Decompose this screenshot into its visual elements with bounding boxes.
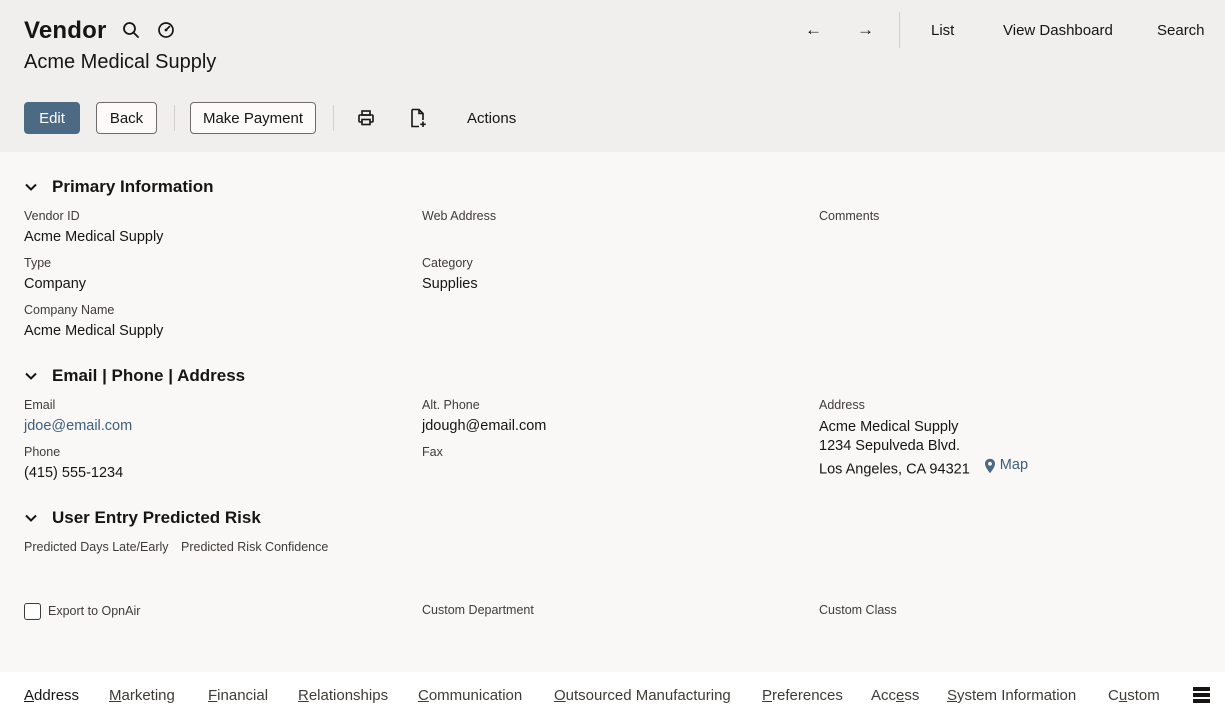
- tab-marketing[interactable]: Marketing: [109, 687, 175, 704]
- tab-financial[interactable]: Financial: [208, 687, 268, 704]
- previous-record-arrow[interactable]: ←: [805, 20, 822, 40]
- map-label: Map: [999, 457, 1029, 473]
- address-line: Los Angeles, CA 94321 Map: [819, 456, 1028, 480]
- tab-access[interactable]: Access: [871, 687, 919, 704]
- address-city-line: Los Angeles, CA 94321: [819, 461, 970, 478]
- dashboard-icon[interactable]: [155, 19, 177, 41]
- address-line: 1234 Sepulveda Blvd.: [819, 438, 961, 454]
- vendor-id-label: Vendor ID: [24, 209, 80, 223]
- tabs-menu-icon[interactable]: [1192, 686, 1211, 704]
- export-to-opnair-checkbox[interactable]: [24, 603, 41, 620]
- predicted-confidence-label: Predicted Risk Confidence: [181, 540, 329, 554]
- type-value: Company: [24, 276, 87, 292]
- address-line: Acme Medical Supply: [819, 419, 959, 435]
- map-link[interactable]: Map: [984, 456, 1028, 475]
- company-name-value: Acme Medical Supply: [24, 323, 164, 339]
- predicted-days-label: Predicted Days Late/Early: [24, 540, 169, 554]
- section-primary-information[interactable]: Primary Information: [24, 177, 214, 197]
- section-predicted-risk[interactable]: User Entry Predicted Risk: [24, 508, 261, 528]
- tab-address[interactable]: Address: [24, 687, 79, 704]
- new-document-icon[interactable]: [406, 106, 430, 130]
- record-name: Acme Medical Supply: [24, 51, 217, 73]
- toolbar-divider: [174, 105, 175, 131]
- custom-class-label: Custom Class: [819, 603, 897, 617]
- comments-label: Comments: [819, 209, 880, 223]
- category-label: Category: [422, 256, 473, 270]
- chevron-down-icon: [24, 367, 42, 385]
- tab-relationships[interactable]: Relationships: [298, 687, 388, 704]
- page-header: Vendor Acme Medical Supply ← → List View…: [0, 0, 1225, 152]
- search-link[interactable]: Search: [1157, 22, 1205, 39]
- make-payment-button[interactable]: Make Payment: [190, 102, 316, 134]
- view-dashboard-link[interactable]: View Dashboard: [1003, 22, 1113, 39]
- section-title: Primary Information: [52, 177, 214, 196]
- chevron-down-icon: [24, 178, 42, 196]
- address-value: Acme Medical Supply 1234 Sepulveda Blvd.…: [819, 418, 1028, 480]
- toolbar-divider: [333, 105, 334, 131]
- company-name-label: Company Name: [24, 303, 115, 317]
- section-email-phone-address[interactable]: Email | Phone | Address: [24, 366, 245, 386]
- tab-preferences[interactable]: Preferences: [762, 687, 843, 704]
- tab-system-information[interactable]: System Information: [947, 687, 1076, 704]
- print-icon[interactable]: [354, 106, 378, 130]
- alt-phone-value: jdough@email.com: [422, 418, 547, 434]
- email-label: Email: [24, 398, 56, 412]
- section-title: User Entry Predicted Risk: [52, 508, 261, 527]
- address-label: Address: [819, 398, 865, 412]
- export-to-opnair-label: Export to OpnAir: [48, 604, 141, 618]
- tab-communication[interactable]: Communication: [418, 687, 522, 704]
- nav-divider: [899, 12, 900, 48]
- vendor-id-value: Acme Medical Supply: [24, 229, 164, 245]
- back-button[interactable]: Back: [96, 102, 157, 134]
- tab-custom[interactable]: Custom: [1108, 687, 1160, 704]
- alt-phone-label: Alt. Phone: [422, 398, 480, 412]
- custom-department-label: Custom Department: [422, 603, 534, 617]
- type-label: Type: [24, 256, 52, 270]
- category-value: Supplies: [422, 276, 478, 292]
- record-type-title: Vendor: [24, 17, 107, 44]
- actions-menu[interactable]: Actions: [467, 110, 516, 127]
- phone-value: (415) 555-1234: [24, 465, 124, 481]
- chevron-down-icon: [24, 509, 42, 527]
- fax-label: Fax: [422, 445, 443, 459]
- search-icon[interactable]: [120, 19, 142, 41]
- edit-button[interactable]: Edit: [24, 102, 80, 134]
- phone-label: Phone: [24, 445, 61, 459]
- map-pin-icon: [984, 458, 995, 473]
- section-title: Email | Phone | Address: [52, 366, 246, 385]
- email-link[interactable]: jdoe@email.com: [24, 418, 132, 434]
- list-link[interactable]: List: [931, 22, 954, 39]
- tab-outsourced-manufacturing[interactable]: Outsourced Manufacturing: [554, 687, 731, 704]
- web-address-label: Web Address: [422, 209, 497, 223]
- next-record-arrow[interactable]: →: [857, 20, 874, 40]
- subtab-bar: Address Marketing Financial Relationship…: [0, 672, 1225, 716]
